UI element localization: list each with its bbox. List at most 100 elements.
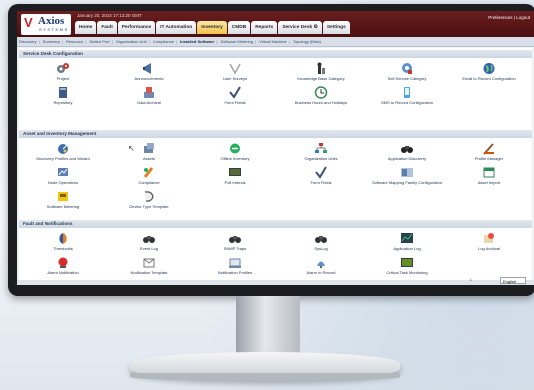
item-alarm-notification[interactable]: Alarm Notification (19, 256, 107, 275)
tab-fault[interactable]: Fault (97, 21, 117, 34)
item-offline-inventory[interactable]: Offline Inventory (191, 142, 279, 161)
subnav-compliance[interactable]: Compliance (151, 39, 176, 44)
item-snmp-traps[interactable]: SNMP Traps (191, 232, 279, 251)
item-label: Business Hours and Holidays (294, 100, 348, 105)
language-select[interactable]: English (500, 277, 526, 284)
subnav-resource[interactable]: Resource (64, 39, 85, 44)
item-data-archival[interactable]: Data Archival (105, 86, 193, 105)
item-label: Form Fields (224, 100, 246, 105)
item-notification-profiles[interactable]: Notification Profiles (191, 256, 279, 275)
item-syslog[interactable]: SysLog (277, 232, 365, 251)
section-service-desk-title: Service Desk Configuration (19, 50, 532, 58)
node-icon (58, 168, 68, 176)
item-label: Thresholds (53, 246, 73, 251)
page-number: 1 (469, 277, 472, 282)
item-knowledge-base-category[interactable]: Knowledge Base Category (277, 62, 365, 81)
tab-cmdb[interactable]: CMDB (227, 21, 251, 34)
subnav-separator: | (148, 39, 150, 44)
item-announcements[interactable]: Announcements (105, 62, 193, 81)
axios-logo[interactable]: V Axios SYSTEMS (21, 14, 71, 35)
item-label: Discovery Profiles and Wizard (36, 156, 90, 161)
item-label: Alarm Notification (47, 270, 79, 275)
subnav-software-metering[interactable]: Software Metering (219, 39, 255, 44)
logo-name: Axios (38, 15, 65, 27)
template-icon (144, 191, 154, 202)
item-self-service-category[interactable]: Self Service Category (363, 62, 451, 81)
meter-icon (58, 192, 68, 201)
archive-icon (144, 87, 154, 98)
subnav-separator: | (175, 39, 177, 44)
item-business-hours-and-holidays[interactable]: Business Hours and Holidays (277, 86, 365, 105)
tab-it-automation[interactable]: IT Automation (156, 21, 197, 34)
item-label: Log Archival (478, 246, 500, 251)
item-asset-import[interactable]: Asset Import (445, 166, 533, 185)
item-notification-template[interactable]: Notification Template (105, 256, 193, 275)
subnav-installed-software[interactable]: Installed Software (178, 39, 216, 44)
tab-service-desk[interactable]: Service Desk ⚙ (278, 21, 322, 34)
item-critical-task-monitoring[interactable]: Critical Task Monitoring (363, 256, 451, 275)
item-label: Software Metering (46, 204, 80, 209)
item-label: Critical Task Monitoring (386, 270, 428, 275)
item-form-fields-asset[interactable]: Form Fields (277, 166, 365, 185)
subnav-virtual-machine[interactable]: Virtual Machine (257, 39, 289, 44)
item-project[interactable]: Project (19, 62, 107, 81)
item-thresholds[interactable]: Thresholds (19, 232, 107, 251)
item-label: Form Fields (310, 180, 332, 185)
main-tabs: Home Fault Performance IT Automation Inv… (75, 21, 350, 35)
mouse-cursor-icon: ↖ (128, 144, 135, 153)
item-label: Project (56, 76, 70, 81)
tab-settings[interactable]: Settings (322, 21, 350, 34)
item-software-mapping-family-configuration[interactable]: Software Mapping Family Configuration (363, 166, 451, 185)
org-icon (315, 143, 327, 153)
item-user-surveys[interactable]: User Surveys (191, 62, 279, 81)
item-sms-to-record-configuration[interactable]: SMS to Record Configuration (363, 86, 451, 105)
tab-inventory[interactable]: Inventory (197, 21, 227, 34)
import-icon (483, 167, 495, 178)
item-discovery-profiles-and-wizard[interactable]: Discovery Profiles and Wizard (19, 142, 107, 161)
item-poll-interval[interactable]: Poll Interval (191, 166, 279, 185)
item-repository[interactable]: Repository (19, 86, 107, 105)
item-compliance[interactable]: Compliance (105, 166, 193, 185)
section-fault-title: Fault and Notifications (19, 220, 532, 228)
item-device-type-template[interactable]: Device Type Template (105, 190, 193, 209)
subnav-separator: | (254, 39, 257, 44)
item-software-metering[interactable]: Software Metering (19, 190, 107, 209)
check-icon (315, 166, 327, 179)
item-alarm-to-record[interactable]: Alarm to Record (277, 256, 365, 275)
preferences-logout-links[interactable]: Preferences | Logout (488, 15, 530, 20)
item-label: Notification Profiles (217, 270, 253, 275)
tab-home[interactable]: Home (75, 21, 97, 34)
subnav-topology-beta[interactable]: Topology (Beta) (291, 39, 323, 44)
item-email-to-record-configuration[interactable]: Email to Record Configuration (445, 62, 533, 81)
subnav-organization-unit[interactable]: Organization Unit (114, 39, 149, 44)
sub-navigation: Discovery | Summary | Resource | Switch Por… (17, 37, 534, 47)
traps-icon (229, 236, 241, 243)
book-icon (59, 87, 67, 98)
mapping-icon (401, 168, 413, 177)
subnav-discovery[interactable]: Discovery (17, 39, 39, 44)
item-label: Data Archival (137, 100, 161, 105)
item-node-operations[interactable]: Node Operations (19, 166, 107, 185)
profile-icon (483, 143, 494, 155)
check-icon (229, 86, 241, 99)
item-form-fields[interactable]: Form Fields (191, 86, 279, 105)
subnav-switch-port[interactable]: Switch Port (87, 39, 111, 44)
item-assets[interactable]: Assets (105, 142, 193, 161)
item-label: Knowledge Base Category (297, 76, 345, 81)
item-application-discovery[interactable]: Application Discovery (363, 142, 451, 161)
item-profile-manager[interactable]: Profile Manager (445, 142, 533, 161)
monitor-stand-neck (236, 296, 300, 358)
binoculars-icon (401, 146, 413, 153)
tab-performance[interactable]: Performance (117, 21, 156, 34)
header-datetime: January 20, 2014 17:13:20 GMT (77, 13, 142, 18)
assets-icon (144, 143, 154, 153)
tab-reports[interactable]: Reports (251, 21, 278, 34)
app-header: V Axios SYSTEMS January 20, 2014 17:13:2… (17, 11, 534, 37)
item-application-log[interactable]: Application Log (363, 232, 451, 251)
item-log-archival[interactable]: Log Archival (445, 232, 533, 251)
subnav-summary[interactable]: Summary (41, 39, 62, 44)
item-event-log[interactable]: Event Log (105, 232, 193, 251)
item-organization-units[interactable]: Organization Units (277, 142, 365, 161)
subnav-separator: | (61, 39, 63, 44)
globe-icon (483, 63, 495, 74)
